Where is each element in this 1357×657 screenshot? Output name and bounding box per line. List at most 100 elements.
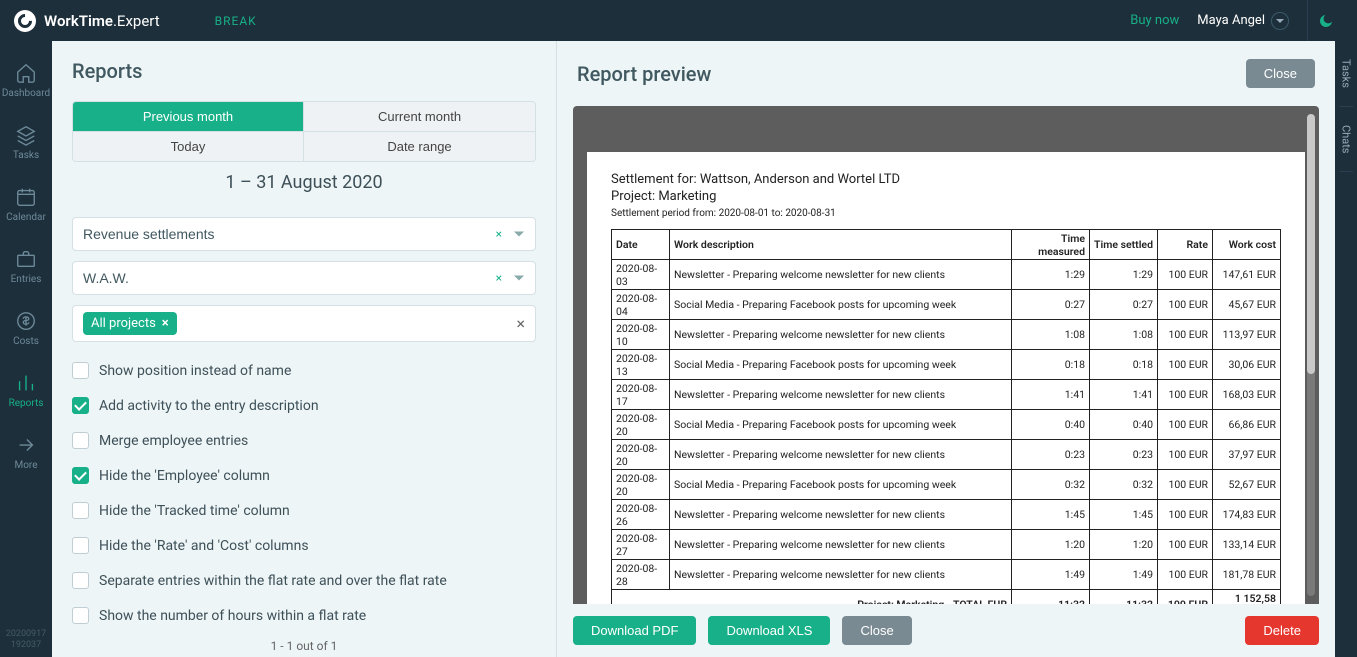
client-input[interactable] <box>72 261 536 295</box>
download-pdf-button[interactable]: Download PDF <box>573 616 696 645</box>
status-break: BREAK <box>215 14 257 28</box>
bar-chart-icon <box>15 372 37 394</box>
right-tab-tasks[interactable]: Tasks <box>1340 41 1353 107</box>
option-row: Show position instead of name <box>72 362 536 379</box>
layers-icon <box>15 124 37 146</box>
caret-down-icon[interactable] <box>514 232 524 237</box>
report-type-select: × <box>72 217 536 251</box>
logo-icon <box>14 10 36 32</box>
option-label: Hide the 'Rate' and 'Cost' columns <box>99 538 309 554</box>
nav-dashboard[interactable]: Dashboard <box>0 49 52 111</box>
option-row: Separate entries within the flat rate an… <box>72 572 536 589</box>
table-row: 2020-08-26Newsletter - Preparing welcome… <box>612 500 1281 530</box>
dollar-icon <box>15 310 37 332</box>
download-xls-button[interactable]: Download XLS <box>708 616 830 645</box>
projects-filter[interactable]: All projects × × <box>72 305 536 342</box>
period-today[interactable]: Today <box>73 132 304 161</box>
calendar-icon <box>15 186 37 208</box>
chip-all-projects[interactable]: All projects × <box>83 312 177 335</box>
doc-project: Project: Marketing <box>611 189 1281 204</box>
option-row: Merge employee entries <box>72 432 536 449</box>
user-name: Maya Angel <box>1197 13 1265 28</box>
theme-toggle[interactable] <box>1307 0 1343 41</box>
option-label: Hide the 'Tracked time' column <box>99 503 290 519</box>
option-row: Add activity to the entry description <box>72 397 536 414</box>
app-name: WorkTime.Expert <box>44 12 160 30</box>
checkbox[interactable] <box>72 572 89 589</box>
nav-reports[interactable]: Reports <box>0 359 52 421</box>
checkbox[interactable] <box>72 397 89 414</box>
doc-scrollbar[interactable] <box>1307 114 1315 596</box>
option-label: Show position instead of name <box>99 363 291 379</box>
table-row: 2020-08-27Newsletter - Preparing welcome… <box>612 530 1281 560</box>
scrollbar-thumb[interactable] <box>1307 114 1315 374</box>
report-options: Show position instead of name Add activit… <box>72 362 536 624</box>
option-label: Merge employee entries <box>99 433 248 449</box>
table-row: 2020-08-10Newsletter - Preparing welcome… <box>612 320 1281 350</box>
clear-icon[interactable]: × <box>496 227 502 241</box>
option-row: Hide the 'Rate' and 'Cost' columns <box>72 537 536 554</box>
period-date-range[interactable]: Date range <box>304 132 535 161</box>
table-row: 2020-08-13Social Media - Preparing Faceb… <box>612 350 1281 380</box>
close-preview-button[interactable]: Close <box>1246 59 1315 88</box>
preview-title: Report preview <box>577 62 711 86</box>
buy-now-link[interactable]: Buy now <box>1130 13 1179 28</box>
preview-panel: Report preview Close Settlement for: Wat… <box>557 41 1335 657</box>
moon-icon <box>1318 13 1334 29</box>
delete-button[interactable]: Delete <box>1245 616 1319 645</box>
option-row: Hide the 'Employee' column <box>72 467 536 484</box>
clear-filter-icon[interactable]: × <box>516 314 525 333</box>
app-logo[interactable]: WorkTime.Expert <box>14 10 160 32</box>
report-type-input[interactable] <box>72 217 536 251</box>
report-document: Settlement for: Wattson, Anderson and Wo… <box>587 152 1305 604</box>
checkbox[interactable] <box>72 467 89 484</box>
doc-period: Settlement period from: 2020-08-01 to: 2… <box>611 208 1281 219</box>
table-row: 2020-08-04Social Media - Preparing Faceb… <box>612 290 1281 320</box>
user-menu[interactable]: Maya Angel <box>1197 12 1289 30</box>
checkbox[interactable] <box>72 432 89 449</box>
nav-entries[interactable]: Entries <box>0 235 52 297</box>
option-label: Show the number of hours within a flat r… <box>99 608 366 624</box>
period-previous-month[interactable]: Previous month <box>73 102 304 132</box>
period-selector: Previous month Current month Today Date … <box>72 101 536 162</box>
close-button[interactable]: Close <box>842 616 911 645</box>
table-row: 2020-08-20Newsletter - Preparing welcome… <box>612 440 1281 470</box>
briefcase-icon <box>15 248 37 270</box>
home-icon <box>15 62 37 84</box>
pager-label: 1 - 1 out of 1 <box>52 635 556 657</box>
nav-calendar[interactable]: Calendar <box>0 173 52 235</box>
option-row: Show the number of hours within a flat r… <box>72 607 536 624</box>
date-range-label: 1 – 31 August 2020 <box>72 172 536 193</box>
nav-tasks[interactable]: Tasks <box>0 111 52 173</box>
checkbox[interactable] <box>72 607 89 624</box>
option-label: Separate entries within the flat rate an… <box>99 573 447 589</box>
left-nav: Dashboard Tasks Calendar Entries Costs R… <box>0 41 52 657</box>
table-row: 2020-08-03Newsletter - Preparing welcome… <box>612 260 1281 290</box>
doc-entries-table: Date Work description Time measured Time… <box>611 229 1281 604</box>
client-select: × <box>72 261 536 295</box>
table-total-row: Project: Marketing - TOTAL EUR11:3211:32… <box>612 590 1281 605</box>
nav-costs[interactable]: Costs <box>0 297 52 359</box>
arrow-right-icon <box>15 434 37 456</box>
option-label: Hide the 'Employee' column <box>99 468 270 484</box>
checkbox[interactable] <box>72 502 89 519</box>
reports-panel: Reports Previous month Current month Tod… <box>52 41 557 657</box>
table-row: 2020-08-20Social Media - Preparing Faceb… <box>612 470 1281 500</box>
period-current-month[interactable]: Current month <box>304 102 535 132</box>
close-icon[interactable]: × <box>162 317 169 330</box>
right-tab-chats[interactable]: Chats <box>1340 107 1353 172</box>
right-rail: Tasks Chats <box>1335 41 1357 657</box>
option-row: Hide the 'Tracked time' column <box>72 502 536 519</box>
chevron-down-icon[interactable] <box>1271 12 1289 30</box>
document-viewer: Settlement for: Wattson, Anderson and Wo… <box>573 106 1319 604</box>
checkbox[interactable] <box>72 537 89 554</box>
topbar: WorkTime.Expert BREAK Buy now Maya Angel <box>0 0 1357 41</box>
nav-more[interactable]: More <box>0 421 52 483</box>
checkbox[interactable] <box>72 362 89 379</box>
preview-actions: Download PDF Download XLS Close Delete <box>557 604 1335 657</box>
table-row: 2020-08-17Newsletter - Preparing welcome… <box>612 380 1281 410</box>
caret-down-icon[interactable] <box>514 276 524 281</box>
table-row: 2020-08-20Social Media - Preparing Faceb… <box>612 410 1281 440</box>
build-info: 20200917 192037 <box>6 629 46 657</box>
clear-icon[interactable]: × <box>496 271 502 285</box>
